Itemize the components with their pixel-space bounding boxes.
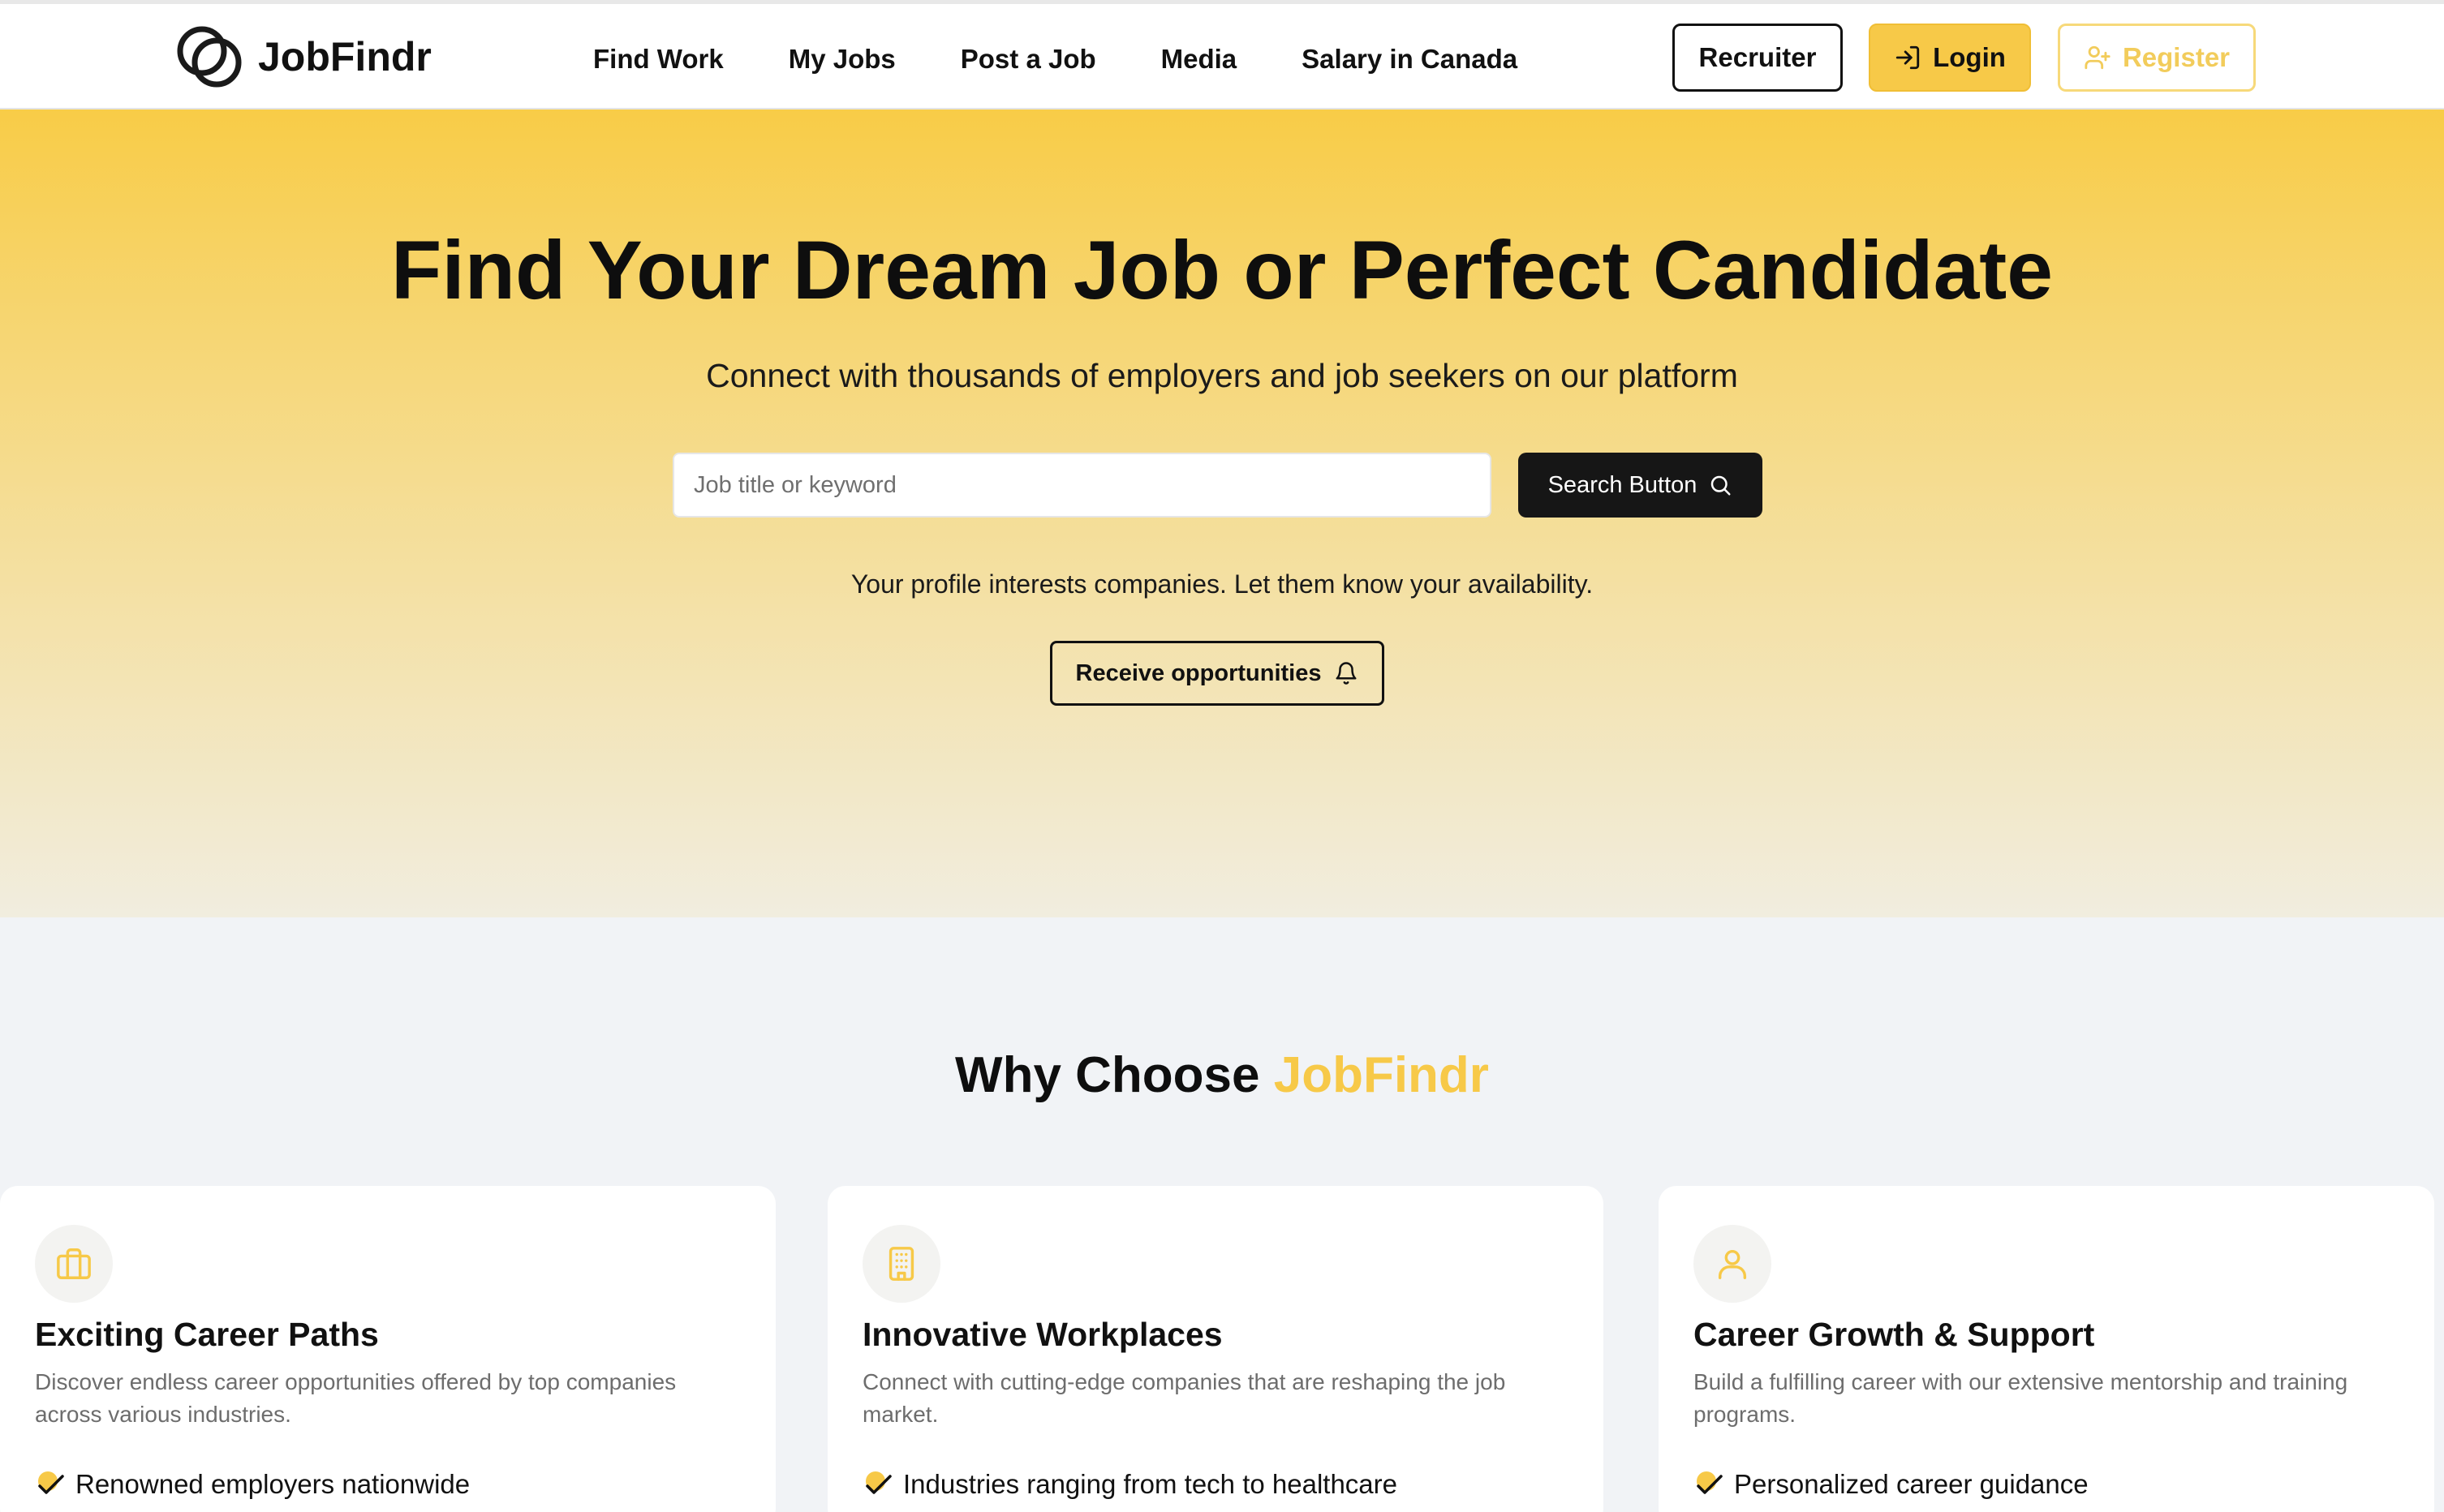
feature-card-career-growth: Career Growth & Support Build a fulfilli… xyxy=(1659,1186,2434,1512)
feature-card-career-paths: Exciting Career Paths Discover endless c… xyxy=(0,1186,776,1512)
card-description: Connect with cutting-edge companies that… xyxy=(863,1369,1506,1427)
search-button-label: Search Button xyxy=(1547,471,1697,498)
hero-title: Find Your Dream Job or Perfect Candidate xyxy=(391,224,2053,316)
recruiter-button[interactable]: Recruiter xyxy=(1672,24,1843,92)
job-search-input[interactable] xyxy=(673,453,1491,518)
card-point: Personalized career guidance xyxy=(1693,1468,2089,1501)
receive-opportunities-button[interactable]: Receive opportunities xyxy=(1050,641,1384,706)
card-point-text: Industries ranging from tech to healthca… xyxy=(903,1469,1398,1499)
card-description: Discover endless career opportunities of… xyxy=(35,1369,677,1427)
login-icon xyxy=(1895,45,1920,70)
card-title: Innovative Workplaces xyxy=(863,1316,1223,1353)
register-button[interactable]: Register xyxy=(2058,24,2256,92)
check-badge-icon xyxy=(1697,1471,1723,1494)
why-title-brand: JobFindr xyxy=(1273,1047,1489,1103)
card-point-text: Renowned employers nationwide xyxy=(75,1469,471,1499)
bell-icon xyxy=(1336,662,1357,685)
nav-find-work[interactable]: Find Work xyxy=(593,35,724,84)
card-description: Build a fulfilling career with our exten… xyxy=(1693,1369,2348,1427)
logo-rings-icon xyxy=(175,22,245,92)
hero-section: Find Your Dream Job or Perfect Candidate… xyxy=(0,110,2444,917)
check-badge-icon xyxy=(38,1471,64,1494)
card-title: Career Growth & Support xyxy=(1693,1316,2095,1353)
nav-post-a-job[interactable]: Post a Job xyxy=(961,35,1096,84)
feature-card-workplaces: Innovative Workplaces Connect with cutti… xyxy=(828,1186,1603,1512)
search-icon xyxy=(1711,475,1731,496)
brand-name: JobFindr xyxy=(258,34,432,79)
login-label: Login xyxy=(1933,42,2006,72)
user-plus-icon xyxy=(2085,45,2111,70)
availability-note: Your profile interests companies. Let th… xyxy=(850,569,1594,599)
card-point: Renowned employers nationwide xyxy=(35,1468,470,1501)
why-title-prefix: Why Choose xyxy=(955,1047,1260,1103)
card-point: Industries ranging from tech to healthca… xyxy=(863,1468,1397,1501)
card-point-text: Personalized career guidance xyxy=(1734,1469,2089,1499)
site-header: JobFindr Find Work My Jobs Post a Job Me… xyxy=(0,4,2444,110)
why-choose-title: Why Choose JobFindr xyxy=(0,1046,2444,1104)
nav-salary[interactable]: Salary in Canada xyxy=(1302,35,1517,84)
check-badge-icon xyxy=(866,1471,892,1494)
receive-opportunities-label: Receive opportunities xyxy=(1075,659,1322,686)
nav-my-jobs[interactable]: My Jobs xyxy=(789,35,896,84)
login-button[interactable]: Login xyxy=(1869,24,2031,92)
brand-logo[interactable]: JobFindr xyxy=(175,20,432,93)
card-title: Exciting Career Paths xyxy=(35,1316,379,1353)
user-icon xyxy=(1693,1225,1771,1303)
briefcase-icon xyxy=(35,1225,113,1303)
building-icon xyxy=(863,1225,940,1303)
recruiter-label: Recruiter xyxy=(1698,42,1817,72)
main-nav: Find Work My Jobs Post a Job Media Salar… xyxy=(593,35,1582,84)
register-label: Register xyxy=(2122,42,2231,72)
nav-media[interactable]: Media xyxy=(1161,35,1237,84)
search-button[interactable]: Search Button xyxy=(1518,453,1762,518)
hero-subtitle: Connect with thousands of employers and … xyxy=(706,357,1738,394)
